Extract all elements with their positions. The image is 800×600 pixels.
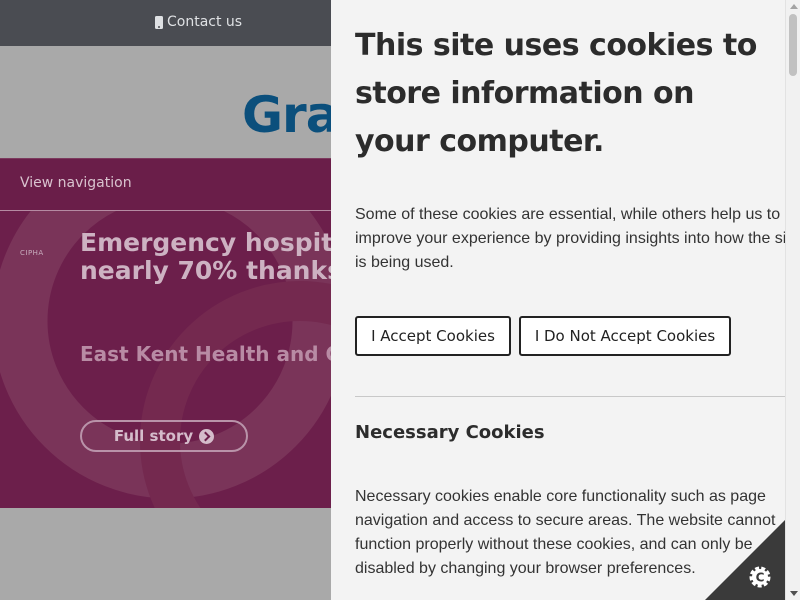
view-navigation-button[interactable]: View navigation: [20, 175, 132, 191]
cookie-panel-title: This site uses cookies to store informat…: [355, 28, 757, 159]
cookie-intro-line: is being used.: [355, 254, 454, 271]
scroll-up-arrow-icon[interactable]: [790, 4, 798, 9]
full-story-button[interactable]: Full story: [80, 420, 248, 452]
cookie-panel-intro: Some of these cookies are essential, whi…: [355, 203, 800, 275]
scrollbar-thumb[interactable]: [789, 14, 797, 76]
necessary-cookies-heading: Necessary Cookies: [355, 422, 545, 443]
contact-link[interactable]: Contact us: [155, 14, 242, 30]
decline-cookies-button[interactable]: I Do Not Accept Cookies: [519, 316, 731, 356]
divider: [355, 396, 786, 397]
site-logo[interactable]: Gra: [242, 86, 339, 144]
chevron-right-icon: [199, 428, 215, 444]
cookie-intro-line: Some of these cookies are essential, whi…: [355, 206, 781, 223]
accept-cookies-button[interactable]: I Accept Cookies: [355, 316, 511, 356]
svg-text:C: C: [756, 571, 765, 585]
contact-label: Contact us: [167, 14, 243, 30]
full-story-label: Full story: [113, 427, 194, 445]
phone-icon: [155, 15, 163, 29]
cookie-consent-panel: This site uses cookies to store informat…: [331, 0, 800, 600]
panel-scrollbar[interactable]: [785, 0, 800, 600]
cookie-intro-line: improve your experience by providing ins…: [355, 230, 787, 247]
scroll-down-arrow-icon[interactable]: [790, 591, 798, 596]
partner-logo: CIPHA: [20, 249, 44, 257]
cookie-control-icon[interactable]: C: [705, 520, 785, 600]
